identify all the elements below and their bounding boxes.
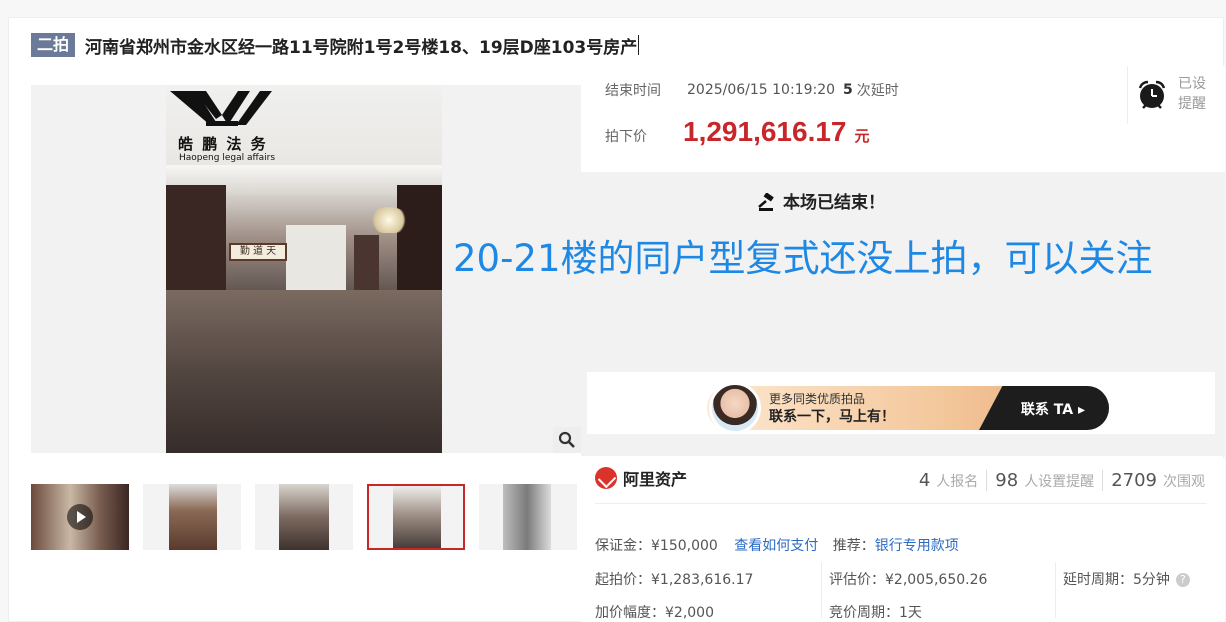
column-separator <box>821 562 822 618</box>
how-to-pay-link[interactable]: 查看如何支付 <box>734 538 818 554</box>
eval-price-value: ¥2,005,650.26 <box>885 572 988 588</box>
watermark-logo: 皓 鹏 法 务 Haopeng legal affairs <box>166 85 276 165</box>
stat-views-label: 次围观 <box>1163 474 1205 490</box>
contact-ta-label: 联系 TA <box>1020 402 1074 418</box>
title-row: 二拍 河南省郑州市金水区经一路11号院附1号2号楼18、19层D座103号房产 <box>31 32 640 58</box>
platform-name: 阿里资产 <box>623 470 688 489</box>
thumbnail-strip <box>31 484 581 552</box>
increment-label: 加价幅度： <box>595 605 665 621</box>
photo-floor <box>166 290 442 453</box>
stat-views-count: 2709 <box>1111 470 1157 491</box>
eval-price-row: 评估价：¥2,005,650.26 <box>829 569 987 589</box>
logo-cn-text: 皓 鹏 法 务 <box>178 135 268 153</box>
start-price-label: 起拍价： <box>595 572 651 588</box>
ended-text: 本场已结束！ <box>783 193 885 213</box>
reminder-line1: 已设 <box>1178 76 1206 92</box>
start-price-row: 起拍价：¥1,283,616.17 <box>595 569 753 589</box>
stat-reminders-count: 98 <box>995 470 1019 491</box>
bid-period-value: 1天 <box>899 605 922 621</box>
help-icon[interactable]: ? <box>1175 573 1190 587</box>
agent-avatar <box>709 382 761 434</box>
bid-period-row: 竞价周期：1天 <box>829 602 922 622</box>
eval-price-label: 评估价： <box>829 572 885 588</box>
bid-period-label: 竞价周期： <box>829 605 899 621</box>
deal-price-label: 拍下价 <box>605 129 647 145</box>
main-photo[interactable]: 勤 道 天 皓 鹏 法 务 Haopeng legal affairs <box>166 85 442 453</box>
deposit-row: 保证金：¥150,000 查看如何支付 推荐：银行专用款项 <box>595 535 959 555</box>
end-time-label: 结束时间 <box>605 83 661 99</box>
thumbnail-video[interactable] <box>31 484 129 550</box>
deposit-label: 保证金： <box>595 538 651 554</box>
delay-period-row: 延时周期：5分钟? <box>1063 569 1190 589</box>
stat-reminders: 98 人设置提醒 <box>986 470 1102 491</box>
delay-period-label: 延时周期： <box>1063 572 1133 588</box>
thumbnail-image <box>169 484 217 550</box>
bank-funds-link[interactable]: 银行专用款项 <box>875 538 959 554</box>
thumbnail[interactable] <box>255 484 353 550</box>
thumbnail-image <box>279 484 329 550</box>
thumbnail[interactable] <box>143 484 241 550</box>
photo-window <box>286 225 346 295</box>
ali-assets-icon <box>595 467 617 489</box>
contact-promo-banner[interactable]: 联系 TA ▸ 更多同类优质拍品 联系一下，马上有！ <box>587 372 1215 434</box>
end-time-row: 结束时间 2025/06/15 10:19:20 5 次延时 <box>605 80 899 100</box>
logo-en-text: Haopeng legal affairs <box>179 153 276 163</box>
alarm-clock-icon <box>1138 80 1166 109</box>
stat-signups: 4 人报名 <box>911 470 986 491</box>
column-separator <box>1055 562 1056 618</box>
promo-line1: 更多同类优质拍品 <box>769 392 866 406</box>
thumbnail-image <box>393 486 441 548</box>
haopeng-logo-icon <box>170 91 272 126</box>
stat-views: 2709 次围观 <box>1102 470 1213 491</box>
thumbnail-image <box>503 484 551 550</box>
delay-count: 5 <box>843 82 853 98</box>
magnifier-icon-svg <box>558 431 575 448</box>
deal-price: 1,291,616.17 <box>683 116 847 147</box>
deposit-value: ¥150,000 <box>651 538 718 554</box>
page-title: 河南省郑州市金水区经一路11号院附1号2号楼18、19层D座103号房产 <box>85 37 638 58</box>
reminder-toggle[interactable]: 已设 提醒 <box>1127 66 1225 124</box>
increment-value: ¥2,000 <box>665 605 714 621</box>
text-cursor <box>638 35 640 55</box>
stat-signups-label: 人报名 <box>936 474 979 490</box>
stat-signups-count: 4 <box>918 470 931 491</box>
platform-logo[interactable]: 阿里资产 <box>595 466 687 490</box>
photo-lamp <box>369 207 409 233</box>
deal-price-unit: 元 <box>854 127 870 145</box>
increment-row: 加价幅度：¥2,000 <box>595 602 714 622</box>
start-price-value: ¥1,283,616.17 <box>651 572 754 588</box>
recommend-label: 推荐： <box>832 538 875 554</box>
stats-row: 4 人报名 98 人设置提醒 2709 次围观 <box>911 470 1213 491</box>
play-icon <box>67 504 93 530</box>
delay-period-value: 5分钟 <box>1133 572 1170 588</box>
reminder-text: 已设 提醒 <box>1178 74 1206 114</box>
thumbnail-active[interactable] <box>367 484 465 550</box>
reminder-line2: 提醒 <box>1178 96 1206 112</box>
auction-summary: 结束时间 2025/06/15 10:19:20 5 次延时 拍下价 1,291… <box>581 66 1225 174</box>
magnifier-icon[interactable] <box>553 427 581 453</box>
auction-details: 阿里资产 4 人报名 98 人设置提醒 2709 次围观 保证金：¥150,00… <box>581 458 1225 622</box>
deal-price-row: 拍下价 1,291,616.17 元 <box>605 116 870 148</box>
promo-line2: 联系一下，马上有！ <box>769 409 895 425</box>
overlay-annotation: 20-21楼的同户型复式还没上拍，可以关注 <box>453 237 1153 280</box>
contact-ta-button[interactable]: 联系 TA ▸ <box>1021 399 1085 419</box>
stat-reminders-label: 人设置提醒 <box>1024 474 1095 490</box>
round-badge: 二拍 <box>31 33 76 57</box>
photo-sign: 勤 道 天 <box>229 243 287 261</box>
end-time-value: 2025/06/15 10:19:20 <box>687 82 836 98</box>
auction-card: 二拍 河南省郑州市金水区经一路11号院附1号2号楼18、19层D座103号房产 … <box>8 17 1225 622</box>
thumbnail[interactable] <box>479 484 577 550</box>
gavel-icon <box>758 192 774 211</box>
auction-ended-panel: 本场已结束！ 20-21楼的同户型复式还没上拍，可以关注 联系 TA ▸ 更多同… <box>453 172 1225 456</box>
promo-bar[interactable]: 联系 TA ▸ <box>707 386 1109 430</box>
ended-title: 本场已结束！ <box>581 188 1061 213</box>
delay-suffix: 次延时 <box>856 83 899 99</box>
triangle-right-icon: ▸ <box>1077 402 1085 418</box>
divider <box>595 503 1207 504</box>
